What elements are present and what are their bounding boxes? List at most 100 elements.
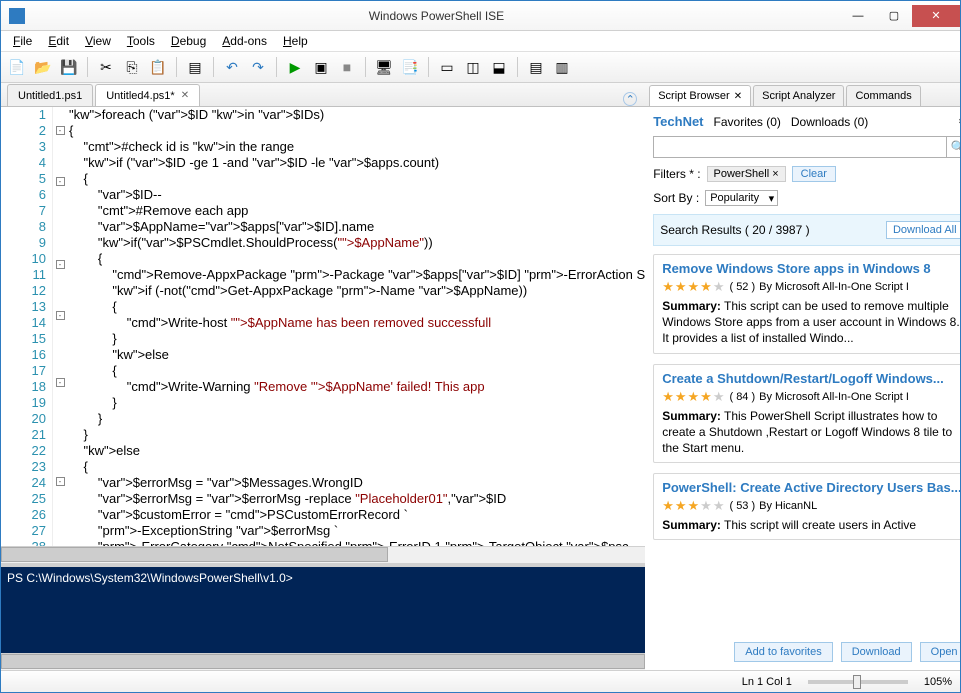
cursor-position: Ln 1 Col 1 bbox=[742, 676, 792, 688]
favorites-link[interactable]: Favorites (0) bbox=[714, 115, 781, 129]
tab-untitled1[interactable]: Untitled1.ps1 bbox=[7, 84, 93, 106]
download-button[interactable]: Download bbox=[841, 642, 912, 662]
summary-text: Summary: This script can be used to remo… bbox=[662, 298, 960, 347]
result-card: Remove Windows Store apps in Windows 8 ★★… bbox=[653, 254, 960, 354]
fold-icon[interactable]: - bbox=[56, 260, 65, 269]
clear-button[interactable]: Clear bbox=[792, 166, 836, 182]
results-list: Remove Windows Store apps in Windows 8 ★★… bbox=[653, 254, 960, 636]
rating-row: ★★★★★( 84 ) By Microsoft All-In-One Scri… bbox=[662, 389, 960, 405]
code-area[interactable]: "kw">foreach ("var">$ID "kw">in "var">$I… bbox=[67, 107, 645, 546]
sort-select[interactable]: Popularity ▾ bbox=[705, 190, 778, 206]
sortby-label: Sort By : bbox=[653, 191, 699, 205]
code-editor[interactable]: 1234567891011121314151617181920212223242… bbox=[1, 107, 645, 546]
tab-script-browser[interactable]: Script Browser✕ bbox=[649, 85, 751, 106]
menu-tools[interactable]: Tools bbox=[121, 32, 161, 50]
result-card: PowerShell: Create Active Directory User… bbox=[653, 473, 960, 540]
run-icon[interactable]: ▶ bbox=[283, 55, 307, 79]
technet-link[interactable]: TechNet bbox=[653, 114, 703, 129]
console-pane[interactable]: PS C:\Windows\System32\WindowsPowerShell… bbox=[1, 563, 645, 653]
menu-addons[interactable]: Add-ons bbox=[216, 32, 273, 50]
filter-chip[interactable]: PowerShell × bbox=[707, 166, 786, 182]
undo-icon[interactable]: ↶ bbox=[220, 55, 244, 79]
results-header: Search Results ( 20 / 3987 ) Download Al… bbox=[653, 214, 960, 246]
result-title[interactable]: Create a Shutdown/Restart/Logoff Windows… bbox=[662, 371, 960, 386]
statusbar: Ln 1 Col 1 105% bbox=[1, 670, 960, 692]
download-all-button[interactable]: Download All bbox=[886, 221, 960, 239]
close-icon[interactable]: ✕ bbox=[734, 91, 742, 102]
clear-icon[interactable]: ▤ bbox=[183, 55, 207, 79]
rating-row: ★★★★★( 53 ) By HicanNL bbox=[662, 498, 960, 514]
summary-text: Summary: This PowerShell Script illustra… bbox=[662, 408, 960, 457]
layout1-icon[interactable]: ▭ bbox=[435, 55, 459, 79]
result-actions: Add to favorites Download Open bbox=[653, 636, 960, 664]
show-addon-icon[interactable]: ▥ bbox=[550, 55, 574, 79]
editor-tabs: Untitled1.ps1 Untitled4.ps1*✕ ⌃ bbox=[1, 83, 645, 107]
layout2-icon[interactable]: ◫ bbox=[461, 55, 485, 79]
paste-icon[interactable]: 📋 bbox=[146, 55, 170, 79]
right-tabs: Script Browser✕ Script Analyzer Commands… bbox=[645, 83, 960, 107]
editor-scrollbar[interactable] bbox=[1, 546, 645, 563]
menu-edit[interactable]: Edit bbox=[42, 32, 75, 50]
minimize-button[interactable]: — bbox=[840, 5, 876, 27]
run-selection-icon[interactable]: ▣ bbox=[309, 55, 333, 79]
author-label: By Microsoft All-In-One Script I bbox=[759, 391, 909, 403]
tab-commands[interactable]: Commands bbox=[846, 85, 920, 106]
open-icon[interactable]: 📂 bbox=[31, 55, 55, 79]
app-icon bbox=[9, 8, 25, 24]
redo-icon[interactable]: ↷ bbox=[246, 55, 270, 79]
gear-icon[interactable]: ⚙ bbox=[958, 113, 960, 130]
close-icon[interactable]: ✕ bbox=[181, 90, 189, 101]
main-area: Untitled1.ps1 Untitled4.ps1*✕ ⌃ 12345678… bbox=[1, 83, 960, 670]
close-button[interactable]: ✕ bbox=[912, 5, 960, 27]
new-icon[interactable]: 📄 bbox=[5, 55, 29, 79]
author-label: By Microsoft All-In-One Script I bbox=[759, 281, 909, 293]
right-pane: Script Browser✕ Script Analyzer Commands… bbox=[645, 83, 960, 670]
stop-icon[interactable]: ■ bbox=[335, 55, 359, 79]
console-scrollbar[interactable] bbox=[1, 653, 645, 670]
menu-help[interactable]: Help bbox=[277, 32, 314, 50]
fold-icon[interactable]: - bbox=[56, 126, 65, 135]
line-gutter: 1234567891011121314151617181920212223242… bbox=[1, 107, 53, 546]
layout3-icon[interactable]: ⬓ bbox=[487, 55, 511, 79]
add-favorites-button[interactable]: Add to favorites bbox=[734, 642, 832, 662]
chevron-down-icon: ▾ bbox=[769, 192, 775, 205]
tab-untitled4[interactable]: Untitled4.ps1*✕ bbox=[95, 84, 200, 106]
remote-file-icon[interactable]: 📑 bbox=[398, 55, 422, 79]
stars-icon: ★★★★★ bbox=[662, 279, 725, 295]
menu-debug[interactable]: Debug bbox=[165, 32, 212, 50]
menu-view[interactable]: View bbox=[79, 32, 117, 50]
console-prompt: PS C:\Windows\System32\WindowsPowerShell… bbox=[7, 571, 293, 585]
rating-row: ★★★★★( 52 ) By Microsoft All-In-One Scri… bbox=[662, 279, 960, 295]
result-title[interactable]: Remove Windows Store apps in Windows 8 bbox=[662, 261, 960, 276]
downloads-link[interactable]: Downloads (0) bbox=[791, 115, 868, 129]
remote-icon[interactable]: 🖥 bbox=[372, 55, 396, 79]
search-icon[interactable]: 🔍 bbox=[947, 136, 960, 158]
copy-icon[interactable]: ⎘ bbox=[120, 55, 144, 79]
zoom-value: 105% bbox=[924, 676, 952, 688]
open-button[interactable]: Open bbox=[920, 642, 960, 662]
fold-icon[interactable]: - bbox=[56, 311, 65, 320]
fold-icon[interactable]: - bbox=[56, 378, 65, 387]
search-input[interactable] bbox=[653, 136, 946, 158]
stars-icon: ★★★★★ bbox=[662, 389, 725, 405]
show-command-icon[interactable]: ▤ bbox=[524, 55, 548, 79]
titlebar: Windows PowerShell ISE — ▢ ✕ bbox=[1, 1, 960, 31]
fold-icon[interactable]: - bbox=[56, 477, 65, 486]
tab-script-analyzer[interactable]: Script Analyzer bbox=[753, 85, 844, 106]
expand-icon[interactable]: ⌃ bbox=[623, 92, 637, 106]
script-browser: TechNet Favorites (0) Downloads (0) ⚙ 🔍 … bbox=[645, 107, 960, 670]
fold-column: - - - - - - bbox=[53, 107, 67, 546]
toolbar: 📄 📂 💾 ✂ ⎘ 📋 ▤ ↶ ↷ ▶ ▣ ■ 🖥 📑 ▭ ◫ ⬓ ▤ ▥ bbox=[1, 51, 960, 83]
zoom-slider[interactable] bbox=[808, 680, 908, 684]
fold-icon[interactable]: - bbox=[56, 177, 65, 186]
menu-file[interactable]: File bbox=[7, 32, 38, 50]
filters-label: Filters * : bbox=[653, 167, 700, 181]
cut-icon[interactable]: ✂ bbox=[94, 55, 118, 79]
maximize-button[interactable]: ▢ bbox=[876, 5, 912, 27]
window-title: Windows PowerShell ISE bbox=[33, 9, 840, 23]
summary-text: Summary: This script will create users i… bbox=[662, 517, 960, 533]
stars-icon: ★★★★★ bbox=[662, 498, 725, 514]
save-icon[interactable]: 💾 bbox=[57, 55, 81, 79]
menubar: File Edit View Tools Debug Add-ons Help bbox=[1, 31, 960, 51]
result-title[interactable]: PowerShell: Create Active Directory User… bbox=[662, 480, 960, 495]
